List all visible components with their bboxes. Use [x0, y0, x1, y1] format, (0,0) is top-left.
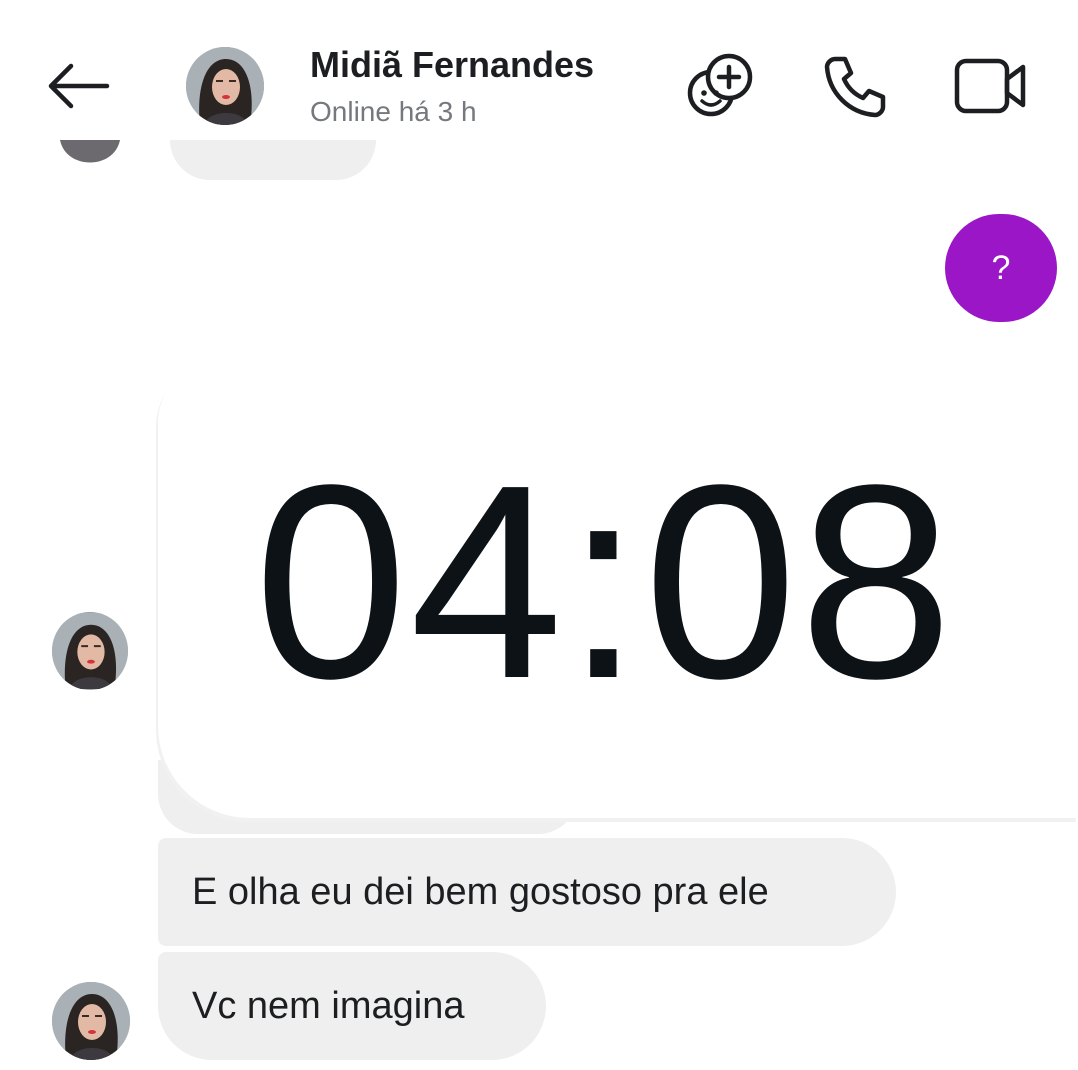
contact-avatar — [52, 140, 128, 180]
call-button[interactable] — [814, 48, 894, 128]
clock-time-text: 04:08 — [254, 428, 955, 736]
image-message[interactable]: 04:08 — [158, 352, 1078, 818]
message-bubble[interactable] — [170, 140, 376, 180]
phone-icon — [821, 53, 887, 124]
incoming-message-bubble[interactable]: Vc nem imagina — [158, 952, 546, 1060]
effects-button[interactable] — [680, 48, 760, 128]
contact-status: Online há 3 h — [310, 96, 477, 127]
contact-avatar[interactable] — [186, 47, 264, 125]
message-text: E olha eu dei bem gostoso pra ele — [192, 870, 769, 913]
contact-avatar[interactable] — [52, 982, 130, 1060]
incoming-message-bubble[interactable]: E olha eu dei bem gostoso pra ele — [158, 838, 896, 946]
contact-avatar[interactable] — [52, 612, 128, 690]
video-call-button[interactable] — [950, 48, 1030, 128]
arrow-left-icon — [45, 61, 111, 116]
effects-add-icon — [683, 49, 757, 128]
contact-name[interactable]: Midiã Fernandes — [310, 44, 594, 86]
outgoing-message-bubble[interactable]: ? — [945, 214, 1057, 322]
video-camera-icon — [953, 55, 1027, 122]
back-button[interactable] — [36, 50, 120, 126]
message-text: Vc nem imagina — [192, 984, 465, 1027]
